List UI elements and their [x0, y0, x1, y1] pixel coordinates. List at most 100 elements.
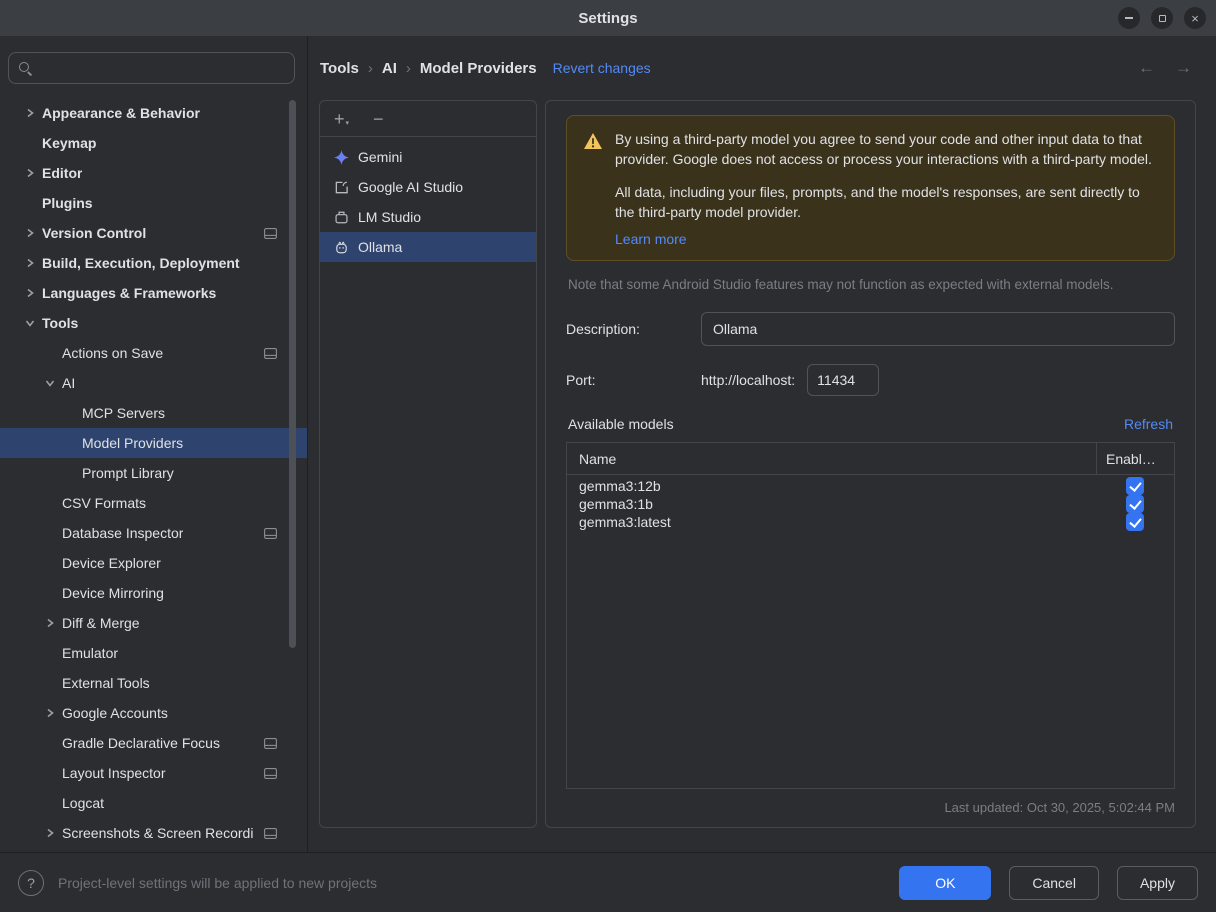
maximize-button[interactable]: [1151, 7, 1173, 29]
provider-item-gemini[interactable]: Gemini: [320, 142, 536, 172]
providers-list: Gemini Google AI Studio LM StudioOllama: [320, 137, 536, 267]
sidebar-item-editor[interactable]: Editor: [0, 158, 307, 188]
breadcrumb-item-ai[interactable]: AI: [382, 60, 397, 77]
third-party-warning-banner: By using a third-party model you agree t…: [566, 115, 1175, 261]
warning-text: By using a third-party model you agree t…: [615, 130, 1158, 247]
forward-arrow-icon[interactable]: →: [1175, 58, 1192, 78]
sidebar-item-label: MCP Servers: [82, 405, 165, 421]
sidebar-item-screenshots-screen-recordi[interactable]: Screenshots & Screen Recordi: [0, 818, 307, 848]
breadcrumb-item-model-providers[interactable]: Model Providers: [420, 60, 537, 77]
provider-item-label: Google AI Studio: [358, 179, 463, 195]
apply-button[interactable]: Apply: [1117, 866, 1198, 900]
sidebar-item-keymap[interactable]: Keymap: [0, 128, 307, 158]
sidebar-item-appearance-behavior[interactable]: Appearance & Behavior: [0, 98, 307, 128]
column-header-enabled[interactable]: Enabl…: [1096, 443, 1174, 474]
breadcrumb-separator-icon: ›: [406, 60, 411, 77]
description-input[interactable]: [701, 312, 1175, 346]
chevron-right-icon[interactable]: [18, 257, 42, 269]
sidebar-item-plugins[interactable]: Plugins: [0, 188, 307, 218]
revert-changes-link[interactable]: Revert changes: [553, 60, 651, 76]
provider-item-lm-studio[interactable]: LM Studio: [320, 202, 536, 232]
ok-button[interactable]: OK: [899, 866, 991, 900]
breadcrumb-item-tools[interactable]: Tools: [320, 60, 359, 77]
sidebar-item-label: Prompt Library: [82, 465, 174, 481]
chevron-down-icon[interactable]: [38, 377, 62, 389]
minimize-button[interactable]: [1118, 7, 1140, 29]
cancel-button[interactable]: Cancel: [1009, 866, 1099, 900]
sidebar-item-mcp-servers[interactable]: MCP Servers: [0, 398, 307, 428]
chevron-right-icon[interactable]: [18, 107, 42, 119]
sidebar-item-label: Actions on Save: [62, 345, 163, 361]
sidebar-item-ai[interactable]: AI: [0, 368, 307, 398]
sidebar-item-google-accounts[interactable]: Google Accounts: [0, 698, 307, 728]
model-enabled-checkbox[interactable]: [1126, 477, 1144, 495]
sidebar-scrollbar[interactable]: [289, 100, 296, 648]
close-button[interactable]: ×: [1184, 7, 1206, 29]
sidebar-item-actions-on-save[interactable]: Actions on Save: [0, 338, 307, 368]
warning-paragraph-1: By using a third-party model you agree t…: [615, 130, 1158, 169]
project-settings-icon: [264, 348, 277, 359]
dialog-footer: ? Project-level settings will be applied…: [0, 852, 1216, 912]
project-level-hint: Project-level settings will be applied t…: [58, 875, 377, 891]
chevron-down-icon[interactable]: [18, 317, 42, 329]
history-nav: ← →: [1138, 58, 1192, 78]
sidebar-item-label: Tools: [42, 315, 78, 331]
sidebar-item-label: Keymap: [42, 135, 96, 151]
sidebar-item-gradle-declarative-focus[interactable]: Gradle Declarative Focus: [0, 728, 307, 758]
chevron-right-icon[interactable]: [38, 827, 62, 839]
port-input[interactable]: [807, 364, 879, 396]
chevron-right-icon[interactable]: [38, 707, 62, 719]
model-enabled-checkbox[interactable]: [1126, 495, 1144, 513]
warning-paragraph-2: All data, including your files, prompts,…: [615, 183, 1158, 222]
sidebar-item-logcat[interactable]: Logcat: [0, 788, 307, 818]
refresh-link[interactable]: Refresh: [1124, 416, 1173, 432]
chevron-right-icon[interactable]: [18, 287, 42, 299]
sidebar-item-label: Version Control: [42, 225, 146, 241]
model-name: gemma3:latest: [567, 514, 1096, 530]
provider-item-ollama[interactable]: Ollama: [320, 232, 536, 262]
sidebar-item-diff-merge[interactable]: Diff & Merge: [0, 608, 307, 638]
model-enabled-checkbox[interactable]: [1126, 513, 1144, 531]
sidebar-item-label: Build, Execution, Deployment: [42, 255, 240, 271]
sidebar-item-prompt-library[interactable]: Prompt Library: [0, 458, 307, 488]
project-settings-icon: [264, 738, 277, 749]
titlebar: Settings ×: [0, 0, 1216, 36]
settings-search-box[interactable]: [8, 52, 295, 84]
chevron-right-icon[interactable]: [18, 227, 42, 239]
sidebar-item-external-tools[interactable]: External Tools: [0, 668, 307, 698]
column-header-name[interactable]: Name: [567, 443, 1096, 474]
external-models-note: Note that some Android Studio features m…: [568, 277, 1173, 292]
sidebar-item-model-providers[interactable]: Model Providers: [0, 428, 307, 458]
model-enabled-cell: [1096, 477, 1174, 495]
help-button[interactable]: ?: [18, 870, 44, 896]
content-row: +▾ − Gemini Google AI Studio LM StudioOlla…: [308, 100, 1216, 852]
chevron-right-icon[interactable]: [38, 617, 62, 629]
search-input[interactable]: [39, 60, 285, 76]
sidebar-item-label: Languages & Frameworks: [42, 285, 216, 301]
sidebar-item-build-execution-deployment[interactable]: Build, Execution, Deployment: [0, 248, 307, 278]
learn-more-link[interactable]: Learn more: [615, 231, 687, 247]
breadcrumb: Tools›AI›Model Providers: [320, 60, 537, 77]
model-enabled-cell: [1096, 513, 1174, 531]
remove-provider-button[interactable]: −: [371, 108, 386, 130]
available-models-row: Available models Refresh: [568, 416, 1173, 432]
sidebar-item-languages-frameworks[interactable]: Languages & Frameworks: [0, 278, 307, 308]
sidebar-item-emulator[interactable]: Emulator: [0, 638, 307, 668]
sidebar-item-layout-inspector[interactable]: Layout Inspector: [0, 758, 307, 788]
back-arrow-icon[interactable]: ←: [1138, 58, 1155, 78]
sidebar-item-csv-formats[interactable]: CSV Formats: [0, 488, 307, 518]
sidebar-item-device-explorer[interactable]: Device Explorer: [0, 548, 307, 578]
provider-item-google-ai-studio[interactable]: Google AI Studio: [320, 172, 536, 202]
sidebar-item-label: Database Inspector: [62, 525, 183, 541]
chevron-right-icon[interactable]: [18, 167, 42, 179]
add-provider-button[interactable]: +▾: [332, 108, 351, 130]
footer-buttons: OK Cancel Apply: [899, 866, 1198, 900]
sidebar-item-database-inspector[interactable]: Database Inspector: [0, 518, 307, 548]
port-prefix: http://localhost:: [701, 372, 795, 388]
sidebar-item-tools[interactable]: Tools: [0, 308, 307, 338]
add-icon: +: [334, 110, 345, 128]
sidebar-item-label: External Tools: [62, 675, 150, 691]
sidebar-item-device-mirroring[interactable]: Device Mirroring: [0, 578, 307, 608]
sidebar-item-version-control[interactable]: Version Control: [0, 218, 307, 248]
description-label: Description:: [566, 321, 701, 337]
